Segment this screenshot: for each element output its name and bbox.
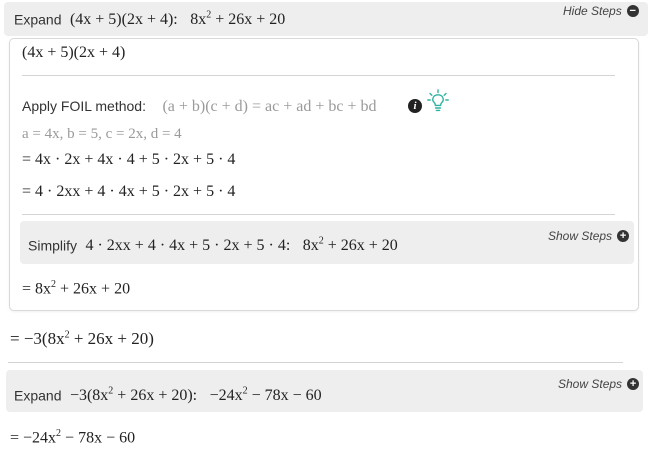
plus-circle-icon: + <box>627 378 640 390</box>
show-steps-button-2[interactable]: Show Steps + <box>558 377 640 391</box>
foil-line-2: = 4 · 2xx + 4 · 4x + 5 · 2x + 5 · 4 <box>22 183 236 200</box>
foil-line-1: = 4x · 2x + 4x · 4 + 5 · 2x + 5 · 4 <box>22 151 236 168</box>
steps-card <box>9 38 639 311</box>
hide-steps-label: Hide Steps <box>563 4 622 18</box>
minus-circle-icon: − <box>626 5 639 17</box>
foil-row: Apply FOIL method: (a + b)(c + d) = ac +… <box>22 98 377 116</box>
show-steps-label-2: Show Steps <box>558 377 623 391</box>
final-result: = −24x2 − 78x − 60 <box>10 428 136 447</box>
foil-formula: (a + b)(c + d) = ac + ad + bc + bd <box>162 98 377 115</box>
simplify-result: 8x2 + 26x + 20 <box>302 236 398 255</box>
expand-result: 8x2 + 26x + 20 <box>190 10 286 29</box>
expand-expression-2: −3(8x2 + 26x + 20): <box>69 386 198 405</box>
show-steps-label: Show Steps <box>548 229 613 243</box>
expand-expression: (4x + 5)(2x + 4): <box>69 11 178 29</box>
expand-result-2: −24x2 − 78x − 60 <box>209 386 322 405</box>
expand-header-text: Expand (4x + 5)(2x + 4): 8x2 + 26x + 20 <box>14 10 285 29</box>
expand-label: Expand <box>14 11 62 28</box>
simplify-header-text: Simplify 4 · 2xx + 4 · 4x + 5 · 2x + 5 ·… <box>28 236 398 255</box>
foil-label: Apply FOIL method: <box>22 98 146 114</box>
foil-assignment: a = 4x, b = 5, c = 2x, d = 4 <box>22 126 182 142</box>
info-icon[interactable]: i <box>408 99 422 113</box>
factored-line: = −3(8x2 + 26x + 20) <box>10 329 154 348</box>
card-result: = 8x2 + 26x + 20 <box>22 279 131 298</box>
divider <box>22 214 615 215</box>
expand-label-2: Expand <box>14 387 62 404</box>
divider <box>8 362 623 363</box>
simplify-expression: 4 · 2xx + 4 · 4x + 5 · 2x + 5 · 4: <box>85 237 291 255</box>
plus-circle-icon: + <box>617 230 630 242</box>
lightbulb-icon[interactable] <box>427 89 449 113</box>
show-steps-button[interactable]: Show Steps + <box>548 229 630 243</box>
card-first-line: (4x + 5)(2x + 4) <box>22 44 126 61</box>
hide-steps-button[interactable]: Hide Steps − <box>563 4 639 18</box>
expand-header-2-text: Expand −3(8x2 + 26x + 20): −24x2 − 78x −… <box>14 386 322 405</box>
divider <box>22 75 615 76</box>
simplify-label: Simplify <box>28 237 78 254</box>
